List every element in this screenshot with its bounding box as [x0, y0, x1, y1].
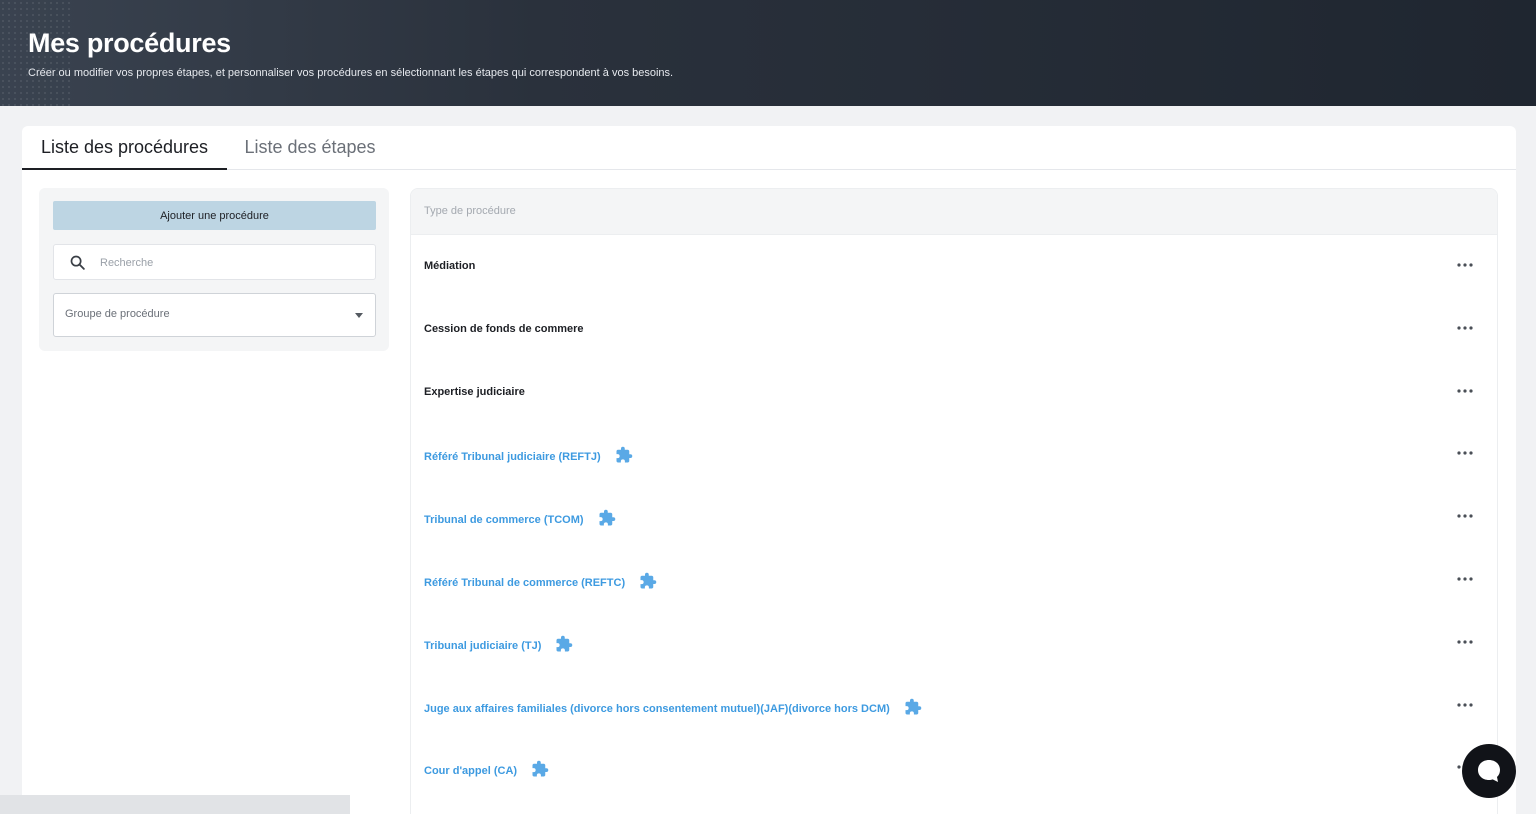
procedure-name[interactable]: Tribunal de commerce (TCOM) — [424, 509, 616, 529]
procedure-name-text: Référé Tribunal judiciaire (REFTJ) — [424, 451, 601, 464]
procedure-name[interactable]: Juge aux affaires familiales (divorce ho… — [424, 698, 922, 718]
search-input[interactable] — [100, 254, 360, 272]
procedure-name-text: Juge aux affaires familiales (divorce ho… — [424, 702, 890, 715]
more-horizontal-icon[interactable] — [1455, 573, 1475, 587]
puzzle-icon — [531, 760, 549, 778]
more-horizontal-icon[interactable] — [1455, 385, 1475, 399]
procedure-name-text: Tribunal de commerce (TCOM) — [424, 514, 584, 527]
more-horizontal-icon[interactable] — [1455, 447, 1475, 461]
search-box[interactable] — [53, 244, 376, 280]
procedure-name[interactable]: Tribunal judiciaire (TJ) — [424, 635, 573, 655]
puzzle-icon — [555, 635, 573, 653]
more-horizontal-icon[interactable] — [1455, 259, 1475, 273]
tab-bar: Liste des procédures Liste des étapes — [22, 126, 1516, 170]
procedures-table: Type de procédure Médiation Cession de fo… — [410, 188, 1498, 814]
add-procedure-button[interactable]: Ajouter une procédure — [53, 201, 376, 230]
column-header-type: Type de procédure — [424, 205, 516, 217]
table-row[interactable]: Médiation — [411, 235, 1497, 298]
table-header: Type de procédure — [411, 189, 1497, 235]
page-title: Mes procédures — [28, 28, 231, 58]
more-horizontal-icon[interactable] — [1455, 699, 1475, 713]
chevron-down-icon — [355, 313, 363, 318]
procedure-name-text: Expertise judiciaire — [424, 385, 525, 398]
chat-button[interactable] — [1462, 744, 1516, 798]
procedure-name-text: Référé Tribunal de commerce (REFTC) — [424, 576, 626, 589]
table-row[interactable]: Juge aux affaires familiales (divorce ho… — [411, 675, 1497, 738]
procedure-group-label: Groupe de procédure — [65, 308, 170, 320]
puzzle-icon — [598, 509, 616, 527]
puzzle-icon — [639, 572, 657, 590]
page-header: Mes procédures Créer ou modifier vos pro… — [0, 0, 1536, 106]
procedure-name: Médiation — [424, 260, 475, 272]
procedure-name: Expertise judiciaire — [424, 386, 525, 398]
table-row[interactable]: Tribunal judiciaire (TJ) — [411, 612, 1497, 675]
table-row[interactable]: Expertise judiciaire — [411, 361, 1497, 424]
filter-panel: Ajouter une procédure Groupe de procédur… — [39, 188, 389, 351]
content-card: Liste des procédures Liste des étapes Aj… — [22, 126, 1516, 814]
more-horizontal-icon[interactable] — [1455, 322, 1475, 336]
table-body: Médiation Cession de fonds de commere Expe… — [411, 235, 1497, 800]
procedure-name-text: Tribunal judiciaire (TJ) — [424, 639, 542, 652]
table-row[interactable]: Cour d'appel (CA) — [411, 737, 1497, 800]
procedure-name-text: Médiation — [424, 260, 476, 272]
more-horizontal-icon[interactable] — [1455, 636, 1475, 650]
puzzle-icon — [904, 698, 922, 716]
procedure-name[interactable]: Référé Tribunal de commerce (REFTC) — [424, 572, 657, 592]
horizontal-scrollbar[interactable] — [0, 795, 350, 814]
tab-procedures[interactable]: Liste des procédures — [22, 126, 227, 170]
procedure-group-select[interactable]: Groupe de procédure — [53, 293, 376, 337]
procedure-name[interactable]: Cour d'appel (CA) — [424, 760, 549, 780]
procedure-name[interactable]: Référé Tribunal judiciaire (REFTJ) — [424, 446, 633, 466]
more-horizontal-icon[interactable] — [1455, 510, 1475, 524]
procedure-name-text: Cour d'appel (CA) — [424, 765, 518, 778]
tab-etapes[interactable]: Liste des étapes — [227, 126, 393, 170]
page-subtitle: Créer ou modifier vos propres étapes, et… — [28, 67, 674, 79]
chat-bubble-icon — [1478, 760, 1500, 782]
table-row[interactable]: Référé Tribunal de commerce (REFTC) — [411, 549, 1497, 612]
table-row[interactable]: Cession de fonds de commere — [411, 298, 1497, 361]
procedure-name: Cession de fonds de commere — [424, 323, 584, 335]
search-icon — [70, 255, 85, 270]
procedure-name-text: Cession de fonds de commere — [424, 322, 584, 335]
puzzle-icon — [615, 446, 633, 464]
table-row[interactable]: Tribunal de commerce (TCOM) — [411, 486, 1497, 549]
table-row[interactable]: Référé Tribunal judiciaire (REFTJ) — [411, 423, 1497, 486]
